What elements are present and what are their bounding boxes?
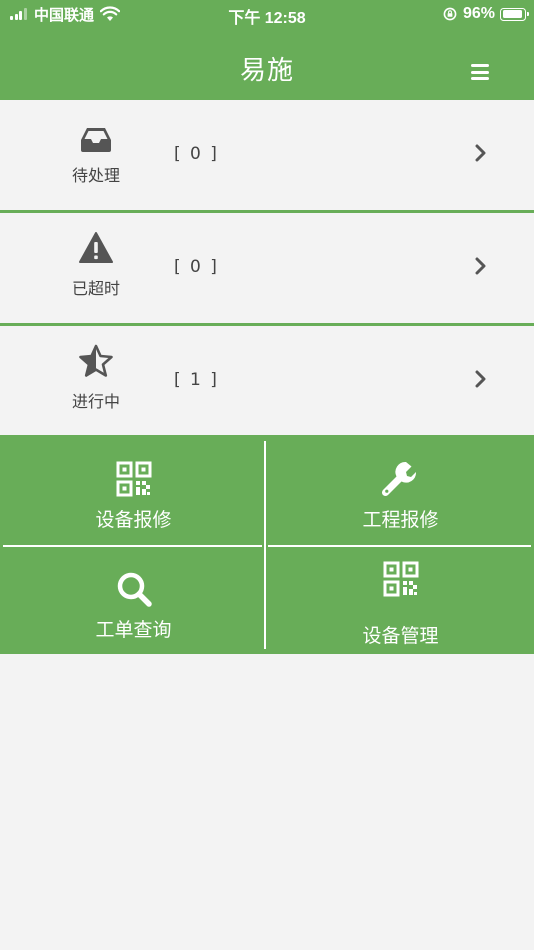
qr-code-icon (383, 561, 419, 596)
app-screen: 中国联通 下午 12:58 96% 易施 待处理 [0] 已超时 [0]… (0, 0, 534, 950)
wrench-icon (381, 461, 417, 497)
orientation-lock-icon (443, 7, 457, 21)
status-row-in-progress[interactable]: 进行中 [ 1 ] (0, 323, 534, 436)
search-icon (117, 572, 152, 607)
status-count: [ 0 ] (174, 257, 219, 277)
function-label: 工单查询 (95, 618, 172, 641)
hamburger-menu-icon[interactable] (468, 64, 492, 82)
status-label: 已超时 (71, 279, 120, 298)
equipment-management-button[interactable]: 设备管理 (267, 545, 534, 655)
status-label: 进行中 (71, 392, 120, 411)
status-count: [ 0 ] (174, 144, 219, 164)
battery-icon (500, 7, 529, 21)
function-grid: 设备报修 工程报修 工单查询 设备管理 (0, 435, 534, 654)
battery-percentage: 96% (462, 5, 495, 22)
status-label: 待处理 (71, 166, 120, 185)
grid-divider-horizontal-left (3, 545, 262, 547)
equipment-repair-button[interactable]: 设备报修 (0, 435, 267, 545)
function-label: 设备管理 (362, 624, 439, 647)
chevron-right-icon (475, 144, 486, 162)
battery-level-fill (502, 10, 522, 18)
function-label: 设备报修 (95, 509, 172, 531)
grid-divider-vertical (264, 441, 266, 649)
battery-cap (527, 12, 529, 16)
qr-code-icon (116, 461, 152, 497)
function-label: 工程报修 (362, 509, 439, 531)
status-bar: 中国联通 下午 12:58 96% (0, 0, 534, 28)
page-title: 易施 (239, 56, 294, 86)
status-list: 待处理 [ 0 ] 已超时 [ 0 ] 进行中 [ 1 ] (0, 100, 534, 436)
work-order-query-button[interactable]: 工单查询 (0, 545, 267, 655)
status-row-overdue[interactable]: 已超时 [ 0 ] (0, 210, 534, 323)
nav-bar: 易施 (0, 28, 534, 100)
chevron-right-icon (475, 370, 486, 388)
half-star-icon (79, 344, 113, 377)
warning-triangle-icon (79, 232, 113, 263)
status-row-pending[interactable]: 待处理 [ 0 ] (0, 100, 534, 210)
chevron-right-icon (475, 257, 486, 275)
status-count: [ 1 ] (174, 370, 219, 390)
status-right: 96% (443, 4, 529, 24)
project-repair-button[interactable]: 工程报修 (267, 435, 534, 545)
grid-divider-horizontal-right (268, 545, 531, 547)
inbox-tray-icon (81, 128, 111, 152)
